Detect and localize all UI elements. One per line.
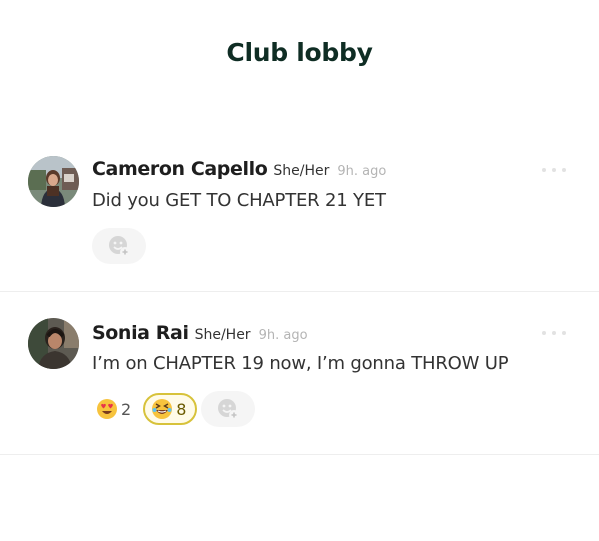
user-photo-avatar-icon [28, 318, 79, 369]
reaction-count: 2 [121, 399, 132, 419]
heart-eyes-emoji-icon [97, 399, 117, 419]
reaction-bar [92, 228, 146, 264]
divider [0, 454, 599, 455]
avatar[interactable] [28, 156, 79, 207]
user-photo-avatar-icon [28, 156, 79, 207]
reaction-heart-eyes[interactable]: 2 [92, 392, 136, 426]
timestamp: 9h. ago [258, 328, 308, 343]
grinning-squint-emoji-icon [152, 399, 173, 419]
author-name[interactable]: Sonia Rai [92, 322, 189, 344]
reaction-bar: 2 8 [92, 391, 256, 427]
message-text: Did you GET TO CHAPTER 21 YET [92, 190, 386, 211]
reaction-grinning-squint[interactable]: 8 [143, 393, 198, 425]
pronouns-label: She/Her [273, 163, 330, 179]
message-item: Cameron Capello She/Her 9h. ago Did you … [0, 152, 599, 291]
message-text: I’m on CHAPTER 19 now, I’m gonna THROW U… [92, 353, 509, 374]
reaction-count: 8 [176, 399, 187, 419]
message-item: Sonia Rai She/Her 9h. ago I’m on CHAPTER… [0, 292, 599, 454]
add-reaction-button[interactable] [201, 391, 256, 427]
timestamp: 9h. ago [337, 164, 387, 179]
more-options-icon[interactable] [542, 165, 566, 175]
pronouns-label: She/Her [194, 327, 251, 343]
more-options-icon[interactable] [542, 328, 566, 338]
avatar[interactable] [28, 318, 79, 369]
add-reaction-icon [218, 399, 240, 420]
author-name[interactable]: Cameron Capello [92, 158, 268, 180]
page-title: Club lobby [226, 38, 373, 67]
add-reaction-button[interactable] [92, 228, 146, 264]
add-reaction-icon [109, 236, 130, 257]
